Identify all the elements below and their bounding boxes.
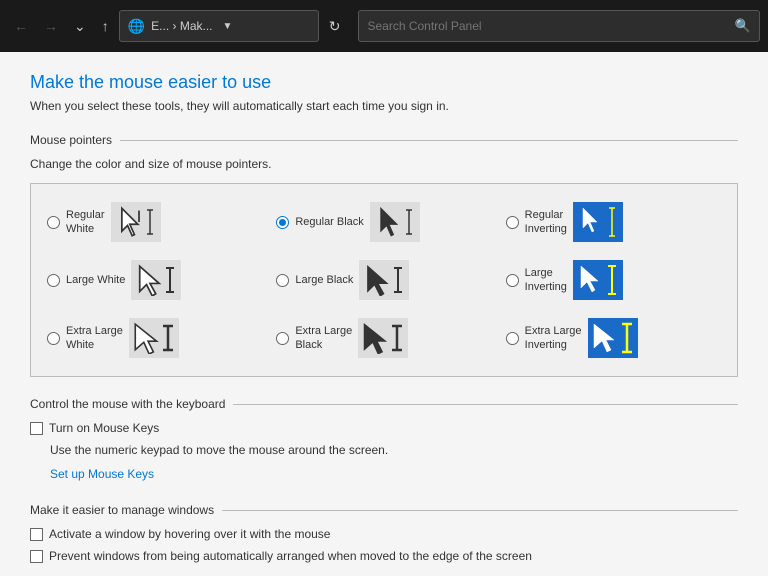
page-title: Make the mouse easier to use (30, 72, 738, 93)
pointer-item-large-inverting[interactable]: LargeInverting (500, 252, 727, 308)
nav-up-button[interactable]: ↑ (96, 14, 115, 38)
radio-extra-large-white[interactable] (47, 332, 60, 345)
mouse-pointers-description: Change the color and size of mouse point… (30, 157, 738, 171)
radio-large-inverting[interactable] (506, 274, 519, 287)
mouse-keys-checkbox[interactable] (30, 422, 43, 435)
text-cursor-large-black (392, 266, 404, 294)
text-cursor-inverting (607, 206, 617, 238)
windows-section-label: Make it easier to manage windows (30, 503, 214, 517)
cursor-icon-large-inverting (578, 264, 606, 296)
breadcrumb: E... › Mak... (151, 19, 212, 33)
text-cursor-large-inverting (606, 264, 618, 296)
pointer-label-regular-black: Regular Black (295, 215, 363, 229)
text-cursor-icon-white (145, 208, 155, 236)
cursor-icon-regular-black (376, 206, 404, 238)
pointer-preview-regular-inverting (573, 202, 623, 242)
search-bar[interactable]: 🔍 (358, 10, 760, 42)
cursor-icon-large-white (136, 264, 164, 296)
activate-window-row: Activate a window by hovering over it wi… (30, 527, 738, 541)
pointer-label-extra-large-inverting: Extra LargeInverting (525, 324, 582, 353)
mouse-keys-label: Turn on Mouse Keys (49, 421, 159, 435)
main-content: Make the mouse easier to use When you se… (0, 52, 768, 576)
search-input[interactable] (367, 19, 728, 33)
pointer-preview-extra-large-inverting (588, 318, 638, 358)
pointer-preview-large-white (131, 260, 181, 300)
windows-section-divider (222, 510, 738, 511)
prevent-arrange-row: Prevent windows from being automatically… (30, 549, 738, 563)
breadcrumb-text: E... › Mak... (151, 19, 212, 33)
keyboard-section-divider (233, 404, 738, 405)
setup-mouse-keys-link[interactable]: Set up Mouse Keys (50, 467, 154, 481)
cursor-icon-regular-white (117, 206, 145, 238)
address-bar[interactable]: 🌐 E... › Mak... ▼ (119, 10, 319, 42)
search-icon: 🔍 (735, 18, 751, 34)
pointer-item-large-white[interactable]: Large White (41, 252, 268, 308)
keyboard-section: Control the mouse with the keyboard Turn… (30, 397, 738, 483)
pointer-label-large-black: Large Black (295, 273, 353, 287)
pointer-label-regular-white: RegularWhite (66, 208, 105, 237)
pointer-label-extra-large-black: Extra LargeBlack (295, 324, 352, 353)
radio-large-white[interactable] (47, 274, 60, 287)
mouse-keys-help-text: Use the numeric keypad to move the mouse… (50, 443, 738, 457)
radio-large-black[interactable] (276, 274, 289, 287)
radio-regular-inverting[interactable] (506, 216, 519, 229)
cursor-icon-regular-inverting (579, 206, 607, 238)
cursor-icon-large-black (364, 264, 392, 296)
pointer-label-extra-large-white: Extra LargeWhite (66, 324, 123, 353)
pointer-item-regular-inverting[interactable]: RegularInverting (500, 194, 727, 250)
globe-icon: 🌐 (128, 18, 145, 35)
mouse-keys-row: Turn on Mouse Keys (30, 421, 738, 435)
address-chevron-button[interactable]: ▼ (219, 19, 237, 34)
pointer-item-extra-large-inverting[interactable]: Extra LargeInverting (500, 310, 727, 366)
activate-window-label: Activate a window by hovering over it wi… (49, 527, 330, 541)
section-divider (120, 140, 738, 141)
text-cursor-large-white (164, 266, 176, 294)
keyboard-section-header: Control the mouse with the keyboard (30, 397, 738, 411)
text-cursor-icon-black (404, 208, 414, 236)
pointer-preview-regular-white (111, 202, 161, 242)
nav-down-button[interactable]: ⌄ (68, 14, 92, 39)
pointer-label-large-white: Large White (66, 273, 125, 287)
pointer-grid: RegularWhite Regular Black (30, 183, 738, 377)
radio-extra-large-black[interactable] (276, 332, 289, 345)
pointer-item-regular-black[interactable]: Regular Black (270, 194, 497, 250)
radio-regular-black[interactable] (276, 216, 289, 229)
radio-regular-white[interactable] (47, 216, 60, 229)
pointer-item-extra-large-white[interactable]: Extra LargeWhite (41, 310, 268, 366)
pointer-item-regular-white[interactable]: RegularWhite (41, 194, 268, 250)
forward-button[interactable]: → (38, 14, 64, 38)
mouse-pointers-label: Mouse pointers (30, 133, 112, 147)
refresh-button[interactable]: ↻ (323, 14, 347, 39)
pointer-label-regular-inverting: RegularInverting (525, 208, 567, 237)
text-cursor-xl-white (161, 324, 175, 352)
pointer-label-large-inverting: LargeInverting (525, 266, 567, 295)
mouse-pointers-section-header: Mouse pointers (30, 133, 738, 147)
prevent-arrange-label: Prevent windows from being automatically… (49, 549, 532, 563)
text-cursor-xl-black (390, 324, 404, 352)
cursor-icon-extra-large-inverting (592, 322, 620, 354)
prevent-arrange-checkbox[interactable] (30, 550, 43, 563)
cursor-icon-extra-large-white (133, 322, 161, 354)
pointer-preview-extra-large-black (358, 318, 408, 358)
windows-section: Make it easier to manage windows Activat… (30, 503, 738, 563)
radio-extra-large-inverting[interactable] (506, 332, 519, 345)
cursor-icon-extra-large-black (362, 322, 390, 354)
titlebar: ← → ⌄ ↑ 🌐 E... › Mak... ▼ ↻ 🔍 (0, 0, 768, 52)
text-cursor-xl-inverting (620, 322, 634, 354)
back-button[interactable]: ← (8, 14, 34, 38)
pointer-preview-large-black (359, 260, 409, 300)
activate-window-checkbox[interactable] (30, 528, 43, 541)
page-subtitle: When you select these tools, they will a… (30, 99, 738, 113)
pointer-item-extra-large-black[interactable]: Extra LargeBlack (270, 310, 497, 366)
pointer-preview-regular-black (370, 202, 420, 242)
keyboard-section-label: Control the mouse with the keyboard (30, 397, 225, 411)
pointer-item-large-black[interactable]: Large Black (270, 252, 497, 308)
windows-section-header: Make it easier to manage windows (30, 503, 738, 517)
pointer-preview-large-inverting (573, 260, 623, 300)
pointer-preview-extra-large-white (129, 318, 179, 358)
